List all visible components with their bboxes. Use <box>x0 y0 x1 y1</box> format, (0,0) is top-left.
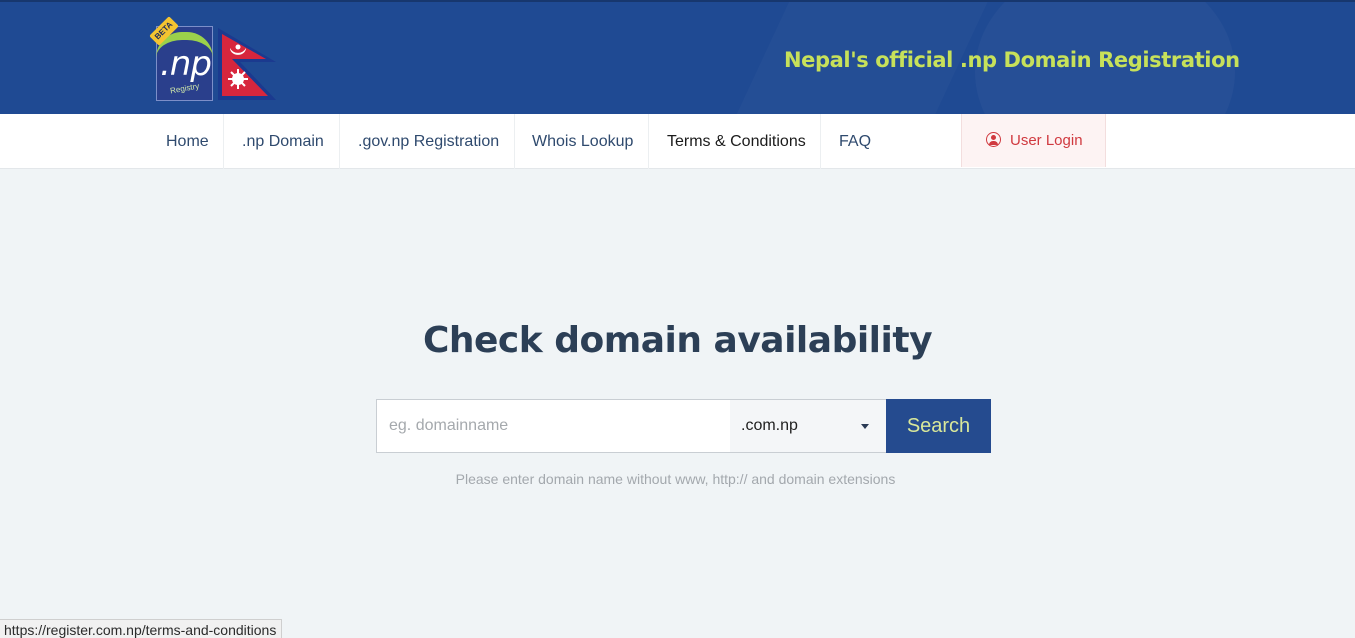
user-login-button[interactable]: User Login <box>961 114 1106 167</box>
nav-divider <box>648 114 649 169</box>
chevron-down-icon <box>861 424 869 429</box>
nav-item-terms-conditions[interactable]: Terms & Conditions <box>667 114 806 169</box>
nav-divider <box>820 114 821 169</box>
nepal-flag-icon <box>218 28 276 100</box>
nav-item-np-domain[interactable]: .np Domain <box>242 114 324 169</box>
domain-extension-value: .com.np <box>741 417 798 434</box>
site-header: .np Registry BETA Nepal's official .np D… <box>0 0 1355 114</box>
nav-divider <box>514 114 515 169</box>
search-hint: Please enter domain name without www, ht… <box>455 471 896 487</box>
domain-extension-select[interactable]: .com.np <box>730 399 886 453</box>
page-title: Check domain availability <box>422 320 933 361</box>
browser-status-url: https://register.com.np/terms-and-condit… <box>0 619 283 638</box>
site-logo[interactable]: .np Registry BETA <box>149 16 285 102</box>
main-nav: Home .np Domain .gov.np Registration Who… <box>0 114 1355 169</box>
logo-text: .np <box>160 44 212 84</box>
nav-divider <box>339 114 340 169</box>
site-tagline: Nepal's official .np Domain Registration <box>784 48 1240 72</box>
nav-divider <box>223 114 224 169</box>
search-button[interactable]: Search <box>886 399 991 453</box>
nav-item-home[interactable]: Home <box>166 114 209 169</box>
nav-item-faq[interactable]: FAQ <box>839 114 871 169</box>
domain-search-input[interactable] <box>376 399 730 453</box>
user-login-label: User Login <box>1010 132 1083 149</box>
nav-item-whois-lookup[interactable]: Whois Lookup <box>532 114 633 169</box>
user-circle-icon <box>986 132 1001 147</box>
nav-item-gov-np-registration[interactable]: .gov.np Registration <box>358 114 499 169</box>
